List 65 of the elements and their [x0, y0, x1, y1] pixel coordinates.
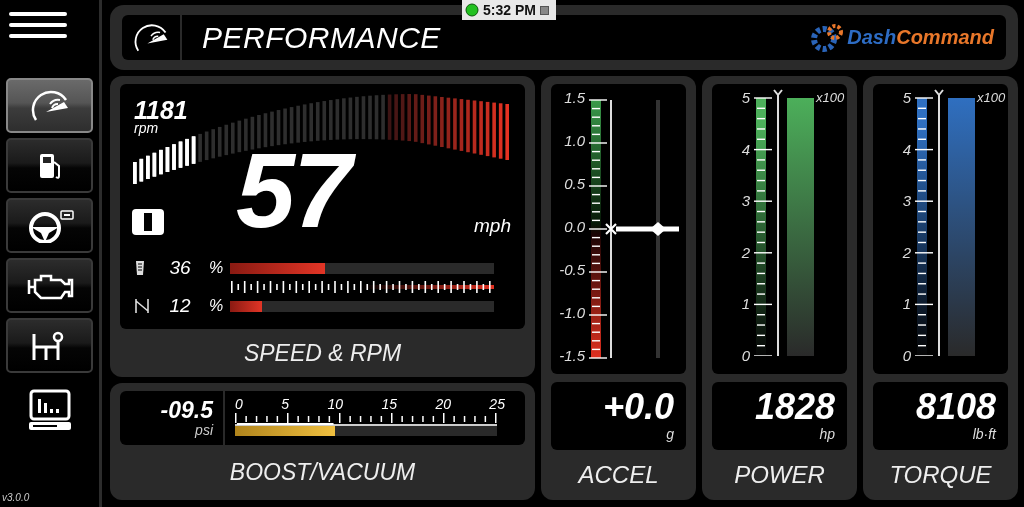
scale-label: 1.0	[564, 133, 585, 149]
gauge-value: 8108	[915, 388, 996, 426]
throttle-pedal-icon	[134, 260, 146, 276]
panel-title: ACCEL	[576, 460, 660, 490]
scale-label: 20	[435, 397, 451, 412]
logo-text: DashCommand	[847, 26, 994, 49]
scale-label: 3	[902, 193, 911, 210]
bar-unit: %	[207, 259, 225, 277]
scale-label: 5	[281, 397, 289, 412]
scale-label: -0.5	[559, 262, 585, 278]
scale-label: 1.5	[564, 90, 585, 106]
panel-title: POWER	[733, 460, 826, 490]
rpm-value: 1181	[134, 98, 188, 122]
gear-indicator-icon	[132, 209, 164, 235]
scale-label: 4	[902, 141, 911, 158]
scale-label: 15	[381, 397, 397, 412]
page-title: PERFORMANCE	[202, 20, 442, 55]
speed-unit: mph	[474, 215, 511, 237]
scale-label: 0	[235, 397, 243, 412]
scale-label: 2	[741, 244, 750, 261]
nav-button[interactable]	[6, 258, 93, 313]
scale-label: 5	[902, 90, 911, 106]
panel-title: SPEED & RPM	[242, 338, 403, 368]
scale-label: 3	[741, 193, 750, 210]
boost-value: -09.5	[160, 398, 213, 422]
scale-label: -1.5	[559, 348, 585, 364]
multiplier-label: x100	[816, 90, 845, 105]
multiplier-label: x100	[977, 90, 1006, 105]
gear-logo-icon	[811, 22, 846, 53]
menu-icon[interactable]	[8, 12, 67, 38]
bar-unit: %	[207, 297, 225, 315]
scale-label: 4	[741, 141, 750, 158]
speed-value: 57	[236, 131, 356, 249]
scale-label: 10	[327, 397, 343, 412]
bar-value: 36	[168, 257, 192, 279]
monitor-chart-icon[interactable]	[27, 389, 72, 431]
nav-button[interactable]	[6, 78, 93, 133]
nav-button[interactable]	[6, 198, 93, 253]
clock-time: 5:32 PM	[483, 2, 536, 18]
scale-label: 0.0	[564, 219, 585, 235]
rpm-unit: rpm	[134, 122, 160, 135]
panel-title: TORQUE	[888, 460, 993, 490]
gauge-unit: hp	[819, 426, 835, 442]
scale-label: 1	[741, 296, 750, 313]
gauge-unit: g	[666, 426, 674, 442]
nav-button[interactable]	[6, 138, 93, 193]
status-dot-icon	[465, 3, 479, 17]
scale-label: -1.0	[559, 305, 585, 321]
gauge-value: 1828	[754, 388, 835, 426]
scale-label: 0	[902, 347, 911, 364]
scale-label: 25	[489, 397, 505, 412]
version-label: v3.0.0	[2, 492, 30, 503]
angle-icon	[134, 298, 150, 314]
nav-button[interactable]	[6, 318, 93, 373]
panel-title: BOOST/VACUUM	[228, 458, 417, 487]
scale-label: 2	[902, 244, 911, 261]
scale-label: 5	[741, 90, 750, 106]
scale-label: 1	[902, 296, 911, 313]
gauge-value: +0.0	[602, 388, 674, 426]
scale-label: 0.5	[564, 176, 585, 192]
boost-unit: psi	[195, 422, 213, 438]
scale-label: 0	[741, 347, 750, 364]
gauge-unit: lb·ft	[972, 426, 996, 442]
square-icon	[539, 5, 549, 15]
bar-value: 12	[168, 295, 192, 317]
